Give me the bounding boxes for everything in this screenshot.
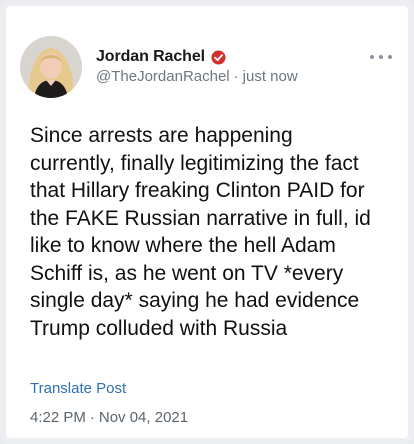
tweet-card: Jordan Rachel @TheJordanRachel · just now …: [0, 0, 414, 444]
tweet-text-line: the FAKE Russian narrative in full, id: [30, 206, 371, 230]
author-handle[interactable]: @TheJordanRachel: [96, 68, 230, 85]
post-time: 4:22 PM: [30, 409, 86, 426]
post-timestamp[interactable]: 4:22 PM · Nov 04, 2021: [30, 409, 188, 426]
tweet-text-line: currently, finally legitimizing the fact: [30, 151, 359, 175]
verified-badge-icon: [211, 49, 226, 65]
meta-separator: ·: [233, 68, 239, 85]
tweet-text: Since arrests are happening currently, f…: [30, 122, 410, 342]
translate-post-link[interactable]: Translate Post: [30, 380, 126, 397]
tweet-text-line: Since arrests are happening: [30, 124, 293, 147]
author-display-name[interactable]: Jordan Rachel: [96, 48, 205, 66]
tweet-text-line: single day* saying he had evidence: [30, 289, 360, 312]
avatar-image: [20, 36, 82, 98]
tweet-text-line: Trump colluded with Russia: [30, 316, 288, 340]
post-date: Nov 04, 2021: [98, 409, 189, 426]
author-meta-row: @TheJordanRachel · just now: [96, 68, 298, 85]
relative-time: just now: [242, 68, 298, 85]
tweet-text-line: Schiff is, as he went on TV *every: [30, 261, 344, 285]
avatar[interactable]: [20, 36, 82, 98]
timestamp-separator: ·: [89, 409, 95, 426]
tweet-text-line: like to know where the hell Adam: [30, 234, 336, 257]
author-name-row: Jordan Rachel: [96, 46, 226, 68]
more-options-icon[interactable]: [370, 50, 392, 64]
tweet-text-line: that Hillary freaking Clinton PAID for: [30, 179, 365, 202]
